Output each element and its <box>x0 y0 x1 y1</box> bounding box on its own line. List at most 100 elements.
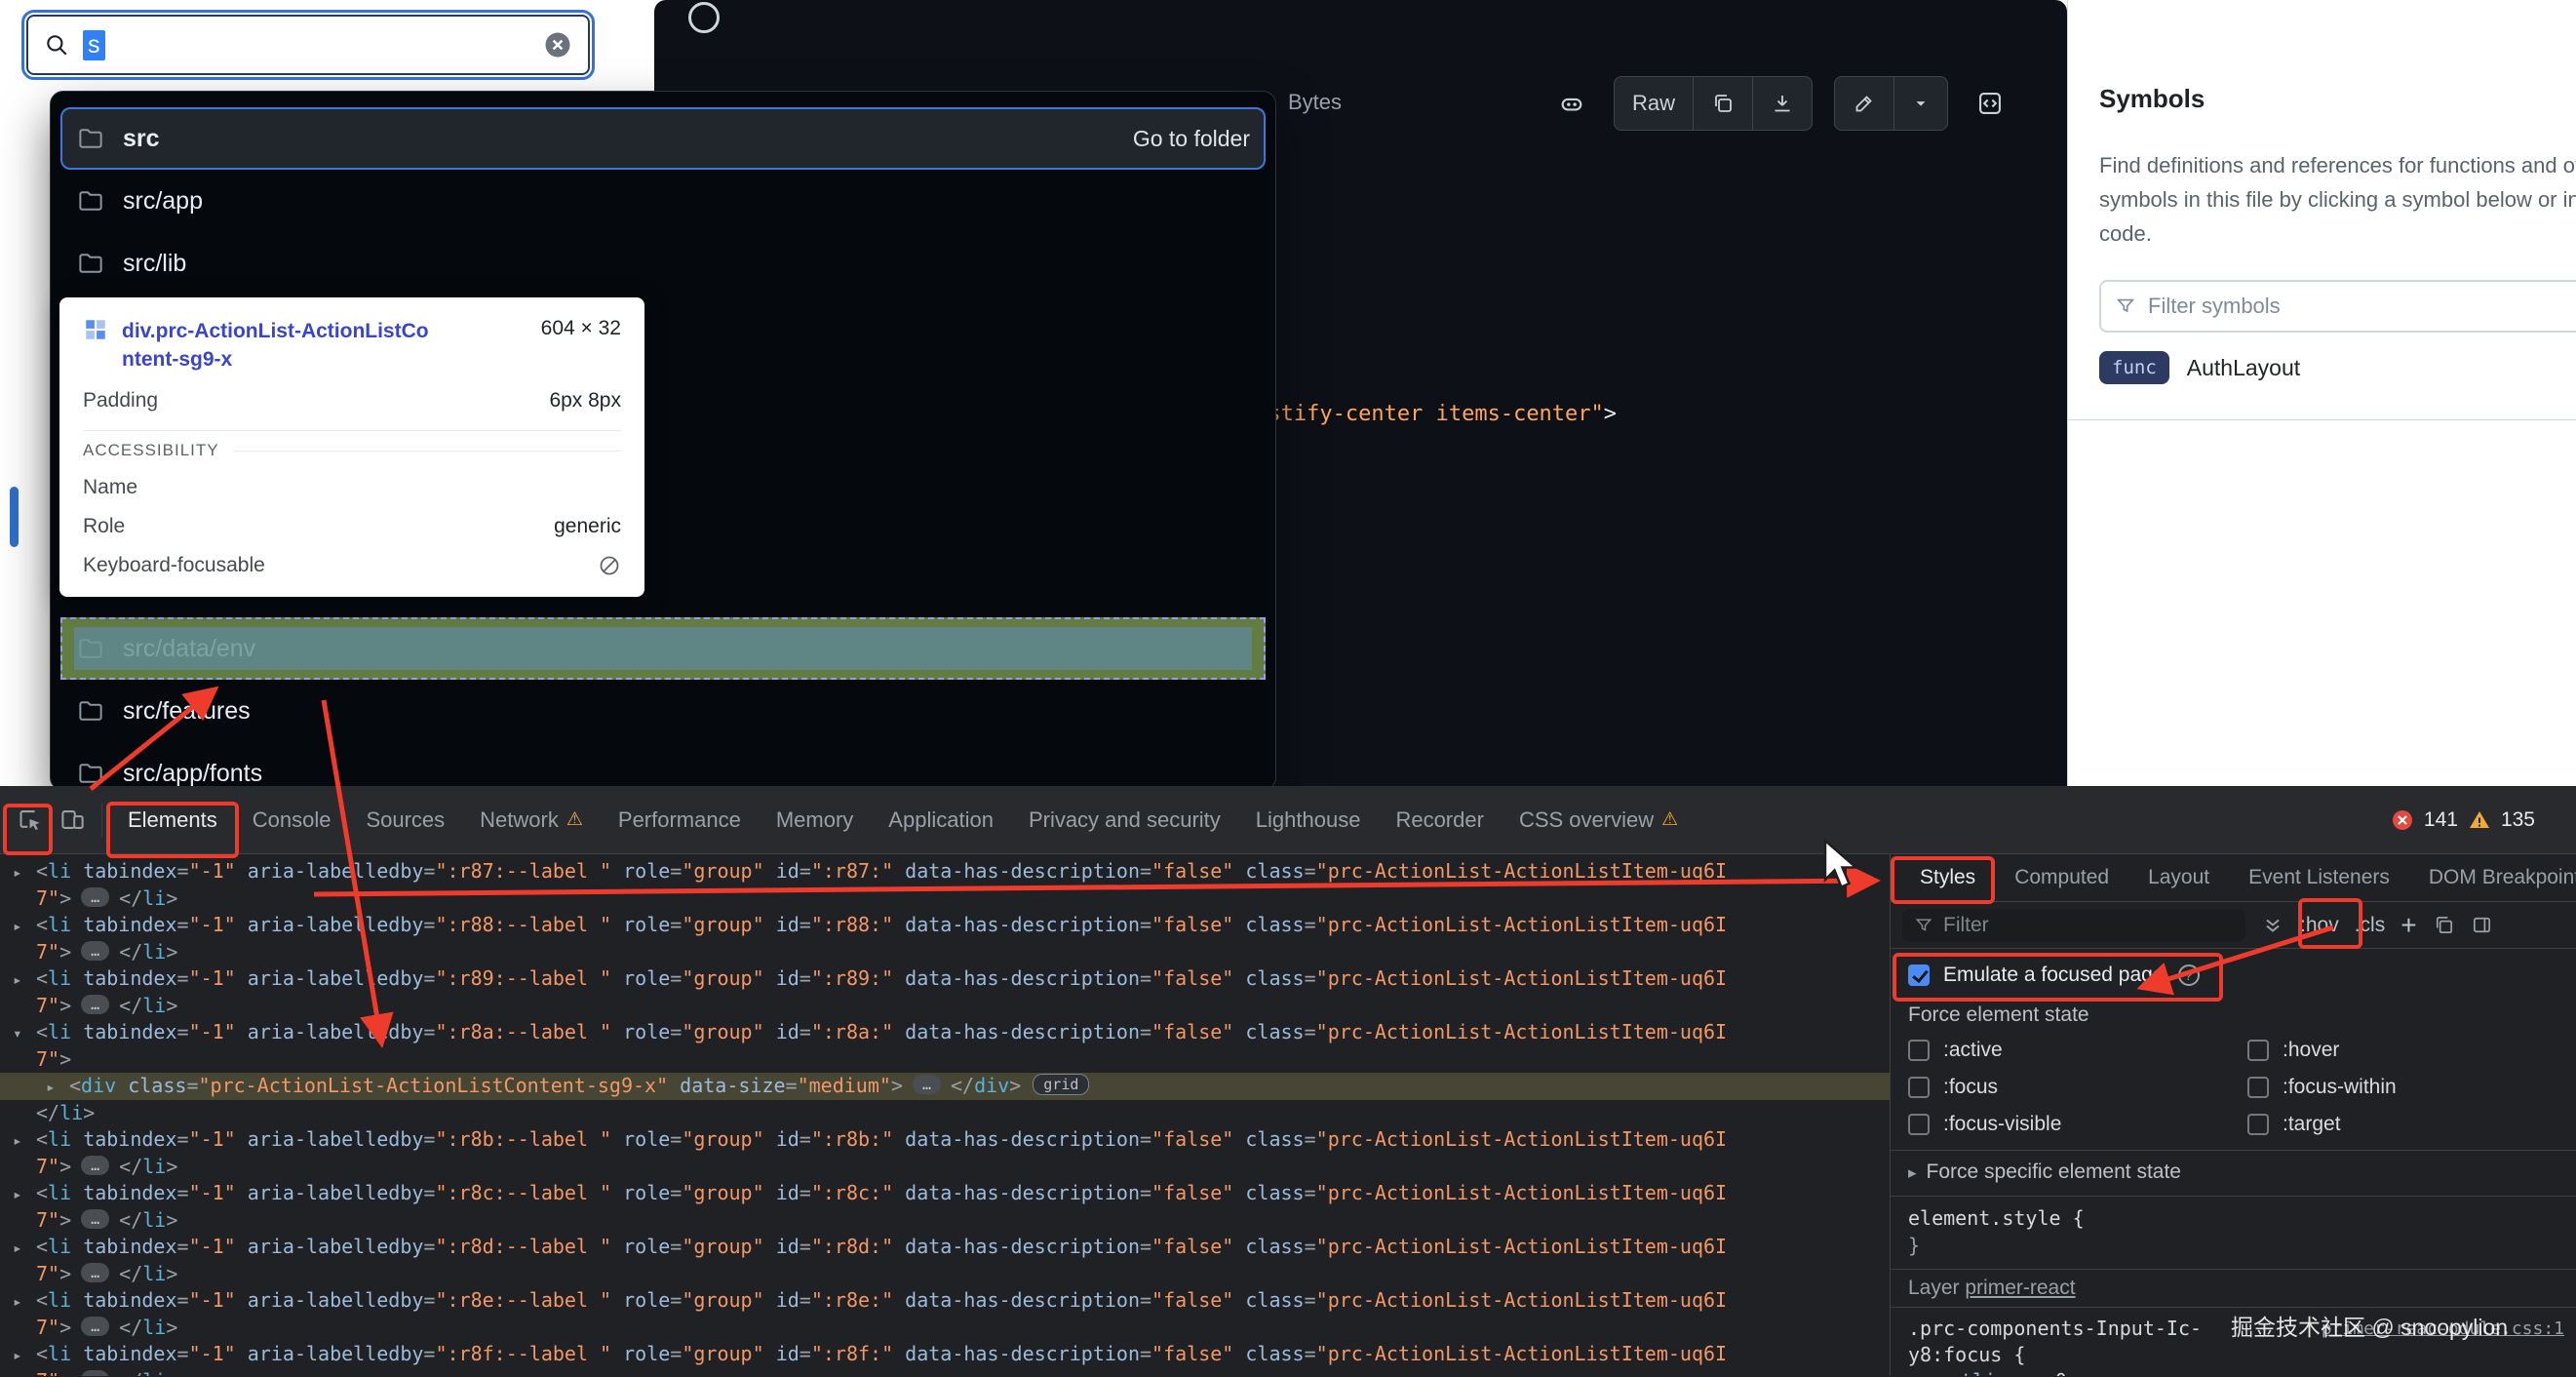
rule-declaration[interactable]: outline:▶0; <box>1908 1368 2558 1376</box>
disclosure-closed-icon[interactable]: ▸ <box>13 1181 22 1208</box>
sidebar-tab-layout[interactable]: Layout <box>2128 866 2229 889</box>
collapsed-content-icon[interactable]: … <box>81 1262 110 1282</box>
collapsed-content-icon[interactable]: … <box>912 1075 941 1094</box>
dom-tree-li--r8a-[interactable]: ▾ <li tabindex="-1" aria-labelledby=":r8a… <box>0 1019 1890 1046</box>
dom-tree-line[interactable]: 7">…</li> <box>0 939 1890 966</box>
state-checkbox--focus[interactable] <box>1908 1077 1930 1098</box>
dom-tree-li--r8c-[interactable]: ▸ <li tabindex="-1" aria-labelledby=":r8c… <box>0 1180 1890 1207</box>
devtools-tab-privacy-and-security[interactable]: Privacy and security <box>1011 786 1238 854</box>
finder-item-src[interactable]: src Go to folder <box>60 107 1266 170</box>
state-label: :focus-visible <box>1943 1113 2062 1135</box>
state-checkbox--hover[interactable] <box>2247 1040 2269 1061</box>
devtools-tab-console[interactable]: Console <box>235 786 349 854</box>
code-token: ":r88:--label " <box>435 913 612 936</box>
finder-item-src-app-fonts[interactable]: src/app/fonts <box>60 742 1266 790</box>
dom-tree-li--r8e-[interactable]: ▸ <li tabindex="-1" aria-labelledby=":r8e… <box>0 1287 1890 1315</box>
state-checkbox--focus-within[interactable] <box>2247 1077 2269 1098</box>
disclosure-closed-icon[interactable]: ▸ <box>46 1074 56 1101</box>
dom-tree-line[interactable]: 7">…</li> <box>0 993 1890 1020</box>
finder-item-src-lib[interactable]: src/lib <box>60 232 1266 295</box>
devtools-tab-memory[interactable]: Memory <box>759 786 871 854</box>
download-icon-button[interactable] <box>1752 77 1812 130</box>
dom-tree-line[interactable]: 7">…</li> <box>0 1315 1890 1342</box>
sidebar-tab-styles[interactable]: Styles <box>1900 866 1995 889</box>
dom-tree-li--r8b-[interactable]: ▸ <li tabindex="-1" aria-labelledby=":r8b… <box>0 1126 1890 1154</box>
devtools-tab-application[interactable]: Application <box>871 786 1011 854</box>
disclosure-open-icon[interactable]: ▾ <box>13 1020 22 1047</box>
edit-icon-button[interactable] <box>1835 77 1893 130</box>
help-icon[interactable]: ? <box>2177 964 2200 986</box>
file-finder-search-input[interactable]: s <box>21 10 595 80</box>
dom-tree-line[interactable]: 7">…</li> <box>0 1154 1890 1181</box>
disclosure-closed-icon[interactable]: ▸ <box>13 1235 22 1262</box>
raw-button[interactable]: Raw <box>1615 77 1693 130</box>
collapsed-content-icon[interactable]: … <box>81 1208 110 1229</box>
grid-badge[interactable]: grid <box>1033 1074 1090 1095</box>
element-style-rule[interactable]: element.style { } <box>1891 1197 2576 1270</box>
state-checkbox--active[interactable] <box>1908 1040 1930 1061</box>
devtools-tab-performance[interactable]: Performance <box>601 786 759 854</box>
finder-item-src-features[interactable]: src/features <box>60 680 1266 742</box>
collapsed-content-icon[interactable]: … <box>81 940 110 961</box>
cls-button[interactable]: .cls <box>2355 914 2386 937</box>
disclosure-closed-icon[interactable]: ▸ <box>13 1342 22 1369</box>
devtools-tab-sources[interactable]: Sources <box>348 786 462 854</box>
device-toolbar-icon-button[interactable] <box>51 795 94 846</box>
sidebar-tab-dom-breakpoints[interactable]: DOM Breakpoints <box>2409 866 2576 889</box>
devtools-tab-lighthouse[interactable]: Lighthouse <box>1238 786 1379 854</box>
force-specific-state-row[interactable]: ▸ Force specific element state <box>1891 1150 2576 1197</box>
emulate-focused-page-checkbox[interactable] <box>1908 964 1930 986</box>
dom-tree-li--r87-[interactable]: ▸ <li tabindex="-1" aria-labelledby=":r87… <box>0 858 1890 885</box>
sidebar-tab-event-listeners[interactable]: Event Listeners <box>2229 866 2409 889</box>
dom-tree-selected-node[interactable]: ▸ <div class="prc-ActionList-ActionListCo… <box>0 1073 1890 1100</box>
copilot-icon-button[interactable] <box>1551 77 1592 130</box>
copy-icon-button[interactable] <box>1693 77 1752 130</box>
symbol-list-item[interactable]: func AuthLayout <box>2099 351 2300 384</box>
dom-tree-line[interactable]: 7">…</li> <box>0 1368 1890 1376</box>
computed-panel-icon-button[interactable] <box>2471 914 2493 936</box>
disclosure-closed-icon[interactable]: ▸ <box>13 1288 22 1316</box>
dom-tree-line[interactable]: 7">…</li> <box>0 1261 1890 1288</box>
edit-dropdown-button[interactable] <box>1893 77 1947 130</box>
styles-filter-input[interactable]: Filter <box>1902 908 2245 942</box>
collapsed-content-icon[interactable]: … <box>81 994 110 1014</box>
collapsed-content-icon[interactable]: … <box>81 886 110 907</box>
disclosure-closed-icon[interactable]: ▸ <box>13 966 22 994</box>
dom-tree-li--r8f-[interactable]: ▸ <li tabindex="-1" aria-labelledby=":r8f… <box>0 1341 1890 1368</box>
dom-tree-line[interactable]: </li> <box>0 1100 1890 1127</box>
layers-icon-button[interactable] <box>2433 914 2455 936</box>
dom-tree-line[interactable]: 7">…</li> <box>0 1207 1890 1235</box>
toggle-rules-icon-button[interactable] <box>2261 914 2284 937</box>
dom-tree-li--r88-[interactable]: ▸ <li tabindex="-1" aria-labelledby=":r88… <box>0 912 1890 939</box>
collapsed-content-icon[interactable]: … <box>81 1155 110 1175</box>
sidebar-tab-computed[interactable]: Computed <box>1995 866 2128 889</box>
dom-tree-line[interactable]: 7">…</li> <box>0 885 1890 913</box>
devtools-tab-css-overview[interactable]: CSS overview ⚠ <box>1502 786 1696 854</box>
collapsed-content-icon[interactable]: … <box>81 1369 110 1376</box>
dom-tree-line[interactable]: 7"> <box>0 1046 1890 1074</box>
state-checkbox--focus-visible[interactable] <box>1908 1114 1930 1135</box>
disclosure-closed-icon[interactable]: ▸ <box>13 1127 22 1155</box>
new-style-rule-button[interactable]: + <box>2400 910 2416 941</box>
dom-tree-li--r8d-[interactable]: ▸ <li tabindex="-1" aria-labelledby=":r8d… <box>0 1234 1890 1261</box>
console-status-badges[interactable]: 141 135 <box>2391 808 2535 832</box>
disclosure-closed-icon[interactable]: ▸ <box>13 913 22 940</box>
devtools-tab-recorder[interactable]: Recorder <box>1378 786 1501 854</box>
collapsed-content-icon[interactable]: … <box>81 1316 110 1336</box>
disclosure-closed-icon[interactable]: ▸ <box>13 859 22 886</box>
devtools-tab-elements[interactable]: Elements <box>110 786 235 854</box>
finder-item-src-app[interactable]: src/app <box>60 170 1266 232</box>
clear-search-button[interactable] <box>543 30 572 59</box>
finder-item-src-data-env[interactable]: src/data/env <box>60 617 1266 680</box>
layer-link[interactable]: primer-react <box>1965 1277 2075 1299</box>
dom-tree-li--r89-[interactable]: ▸ <li tabindex="-1" aria-labelledby=":r89… <box>0 965 1890 993</box>
devtools-tab-network[interactable]: Network ⚠ <box>462 786 601 854</box>
symbols-toggle-button[interactable] <box>1970 77 2010 130</box>
state-checkbox--target[interactable] <box>2247 1114 2269 1135</box>
inspect-element-icon-button[interactable] <box>8 795 51 846</box>
filter-symbols-input[interactable]: Filter symbols <box>2099 280 2576 333</box>
hov-button[interactable]: :hov <box>2300 914 2339 937</box>
